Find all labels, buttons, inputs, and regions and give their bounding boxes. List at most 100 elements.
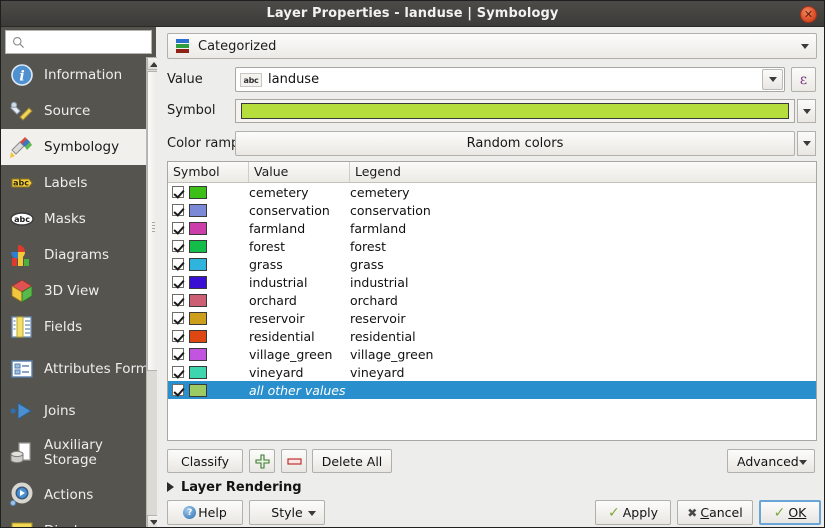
- apply-button[interactable]: ✓ Apply: [595, 500, 671, 525]
- symbol-swatch[interactable]: [189, 384, 207, 397]
- legend-cell[interactable]: forest: [350, 239, 816, 254]
- value-field[interactable]: abc landuse: [235, 67, 785, 92]
- row-checkbox[interactable]: [172, 258, 184, 270]
- sidebar-item-actions[interactable]: Actions: [1, 477, 156, 513]
- layer-rendering-section[interactable]: Layer Rendering: [167, 478, 302, 496]
- row-checkbox[interactable]: [172, 348, 184, 360]
- sidebar-item-attributes-form[interactable]: Attributes Form: [1, 345, 156, 393]
- renderer-type-combo[interactable]: Categorized: [167, 33, 817, 59]
- legend-cell[interactable]: village_green: [350, 347, 816, 362]
- table-row[interactable]: conservationconservation: [168, 201, 816, 219]
- value-cell[interactable]: reservoir: [249, 311, 350, 326]
- sidebar-item-joins[interactable]: Joins: [1, 393, 156, 429]
- symbol-dropdown-icon[interactable]: [797, 99, 816, 123]
- table-row[interactable]: forestforest: [168, 237, 816, 255]
- row-checkbox[interactable]: [172, 204, 184, 216]
- value-cell[interactable]: vineyard: [249, 365, 350, 380]
- symbol-swatch[interactable]: [189, 366, 207, 379]
- symbol-swatch[interactable]: [189, 240, 207, 253]
- row-checkbox[interactable]: [172, 384, 184, 396]
- legend-cell[interactable]: farmland: [350, 221, 816, 236]
- legend-cell[interactable]: vineyard: [350, 365, 816, 380]
- color-ramp-button[interactable]: Random colors: [235, 131, 795, 156]
- symbol-swatch[interactable]: [189, 294, 207, 307]
- row-checkbox[interactable]: [172, 240, 184, 252]
- close-icon[interactable]: ✕: [800, 6, 817, 23]
- value-cell[interactable]: grass: [249, 257, 350, 272]
- symbol-swatch[interactable]: [189, 276, 207, 289]
- symbol-swatch[interactable]: [189, 222, 207, 235]
- ok-button[interactable]: ✓ OK: [759, 500, 821, 525]
- expression-icon[interactable]: ε: [791, 67, 816, 92]
- sidebar-item-fields[interactable]: Fields: [1, 309, 156, 345]
- sidebar-item-masks[interactable]: abc Masks: [1, 201, 156, 237]
- symbol-swatch[interactable]: [189, 330, 207, 343]
- remove-category-button[interactable]: [281, 449, 307, 473]
- table-row[interactable]: reservoirreservoir: [168, 309, 816, 327]
- value-cell[interactable]: conservation: [249, 203, 350, 218]
- value-cell[interactable]: forest: [249, 239, 350, 254]
- column-header-legend[interactable]: Legend: [350, 162, 816, 182]
- table-row[interactable]: village_greenvillage_green: [168, 345, 816, 363]
- sidebar-item-source[interactable]: Source: [1, 93, 156, 129]
- row-checkbox[interactable]: [172, 330, 184, 342]
- search-box[interactable]: [5, 30, 152, 54]
- add-category-button[interactable]: [249, 449, 275, 473]
- sidebar-item-3d-view[interactable]: 3D View: [1, 273, 156, 309]
- sidebar-item-symbology[interactable]: Symbology: [1, 129, 156, 165]
- classify-button[interactable]: Classify: [167, 449, 243, 473]
- symbol-swatch[interactable]: [189, 258, 207, 271]
- row-checkbox[interactable]: [172, 294, 184, 306]
- sidebar-item-auxiliary-storage[interactable]: Auxiliary Storage: [1, 429, 156, 477]
- legend-cell[interactable]: residential: [350, 329, 816, 344]
- search-input[interactable]: [30, 31, 150, 53]
- table-row[interactable]: all other values: [168, 381, 816, 399]
- categories-table[interactable]: Symbol Value Legend cemeterycemeterycons…: [167, 161, 817, 441]
- chevron-down-icon[interactable]: [762, 69, 783, 90]
- column-header-symbol[interactable]: Symbol: [168, 162, 249, 182]
- chevron-down-icon[interactable]: [794, 34, 816, 58]
- table-row[interactable]: residentialresidential: [168, 327, 816, 345]
- value-cell[interactable]: orchard: [249, 293, 350, 308]
- delete-all-button[interactable]: Delete All: [312, 449, 392, 473]
- column-header-value[interactable]: Value: [249, 162, 350, 182]
- value-cell[interactable]: industrial: [249, 275, 350, 290]
- sidebar-scrollbar[interactable]: [146, 57, 157, 528]
- sidebar-item-diagrams[interactable]: Diagrams: [1, 237, 156, 273]
- legend-cell[interactable]: reservoir: [350, 311, 816, 326]
- value-cell[interactable]: farmland: [249, 221, 350, 236]
- row-checkbox[interactable]: [172, 186, 184, 198]
- cancel-button[interactable]: ✖ Cancel: [677, 500, 753, 525]
- row-checkbox[interactable]: [172, 312, 184, 324]
- table-row[interactable]: industrialindustrial: [168, 273, 816, 291]
- table-row[interactable]: grassgrass: [168, 255, 816, 273]
- legend-cell[interactable]: grass: [350, 257, 816, 272]
- sidebar-item-labels[interactable]: abc Labels: [1, 165, 156, 201]
- legend-cell[interactable]: industrial: [350, 275, 816, 290]
- row-checkbox[interactable]: [172, 276, 184, 288]
- legend-cell[interactable]: conservation: [350, 203, 816, 218]
- table-row[interactable]: vineyardvineyard: [168, 363, 816, 381]
- sidebar-item-display[interactable]: Display: [1, 513, 156, 528]
- table-row[interactable]: orchardorchard: [168, 291, 816, 309]
- legend-cell[interactable]: orchard: [350, 293, 816, 308]
- symbol-swatch[interactable]: [189, 312, 207, 325]
- style-button[interactable]: Style: [249, 500, 325, 525]
- symbol-swatch[interactable]: [189, 186, 207, 199]
- row-checkbox[interactable]: [172, 366, 184, 378]
- table-row[interactable]: farmlandfarmland: [168, 219, 816, 237]
- advanced-button[interactable]: Advanced: [727, 449, 815, 473]
- symbol-swatch[interactable]: [189, 348, 207, 361]
- value-cell[interactable]: cemetery: [249, 185, 350, 200]
- row-checkbox[interactable]: [172, 222, 184, 234]
- value-cell[interactable]: residential: [249, 329, 350, 344]
- value-cell[interactable]: village_green: [249, 347, 350, 362]
- value-cell[interactable]: all other values: [249, 383, 489, 398]
- help-button[interactable]: ? Help: [167, 500, 243, 525]
- legend-cell[interactable]: cemetery: [350, 185, 816, 200]
- table-row[interactable]: cemeterycemetery: [168, 183, 816, 201]
- color-ramp-dropdown-icon[interactable]: [797, 131, 816, 156]
- sidebar-item-information[interactable]: i Information: [1, 57, 156, 93]
- symbol-preview-button[interactable]: [235, 99, 795, 123]
- symbol-swatch[interactable]: [189, 204, 207, 217]
